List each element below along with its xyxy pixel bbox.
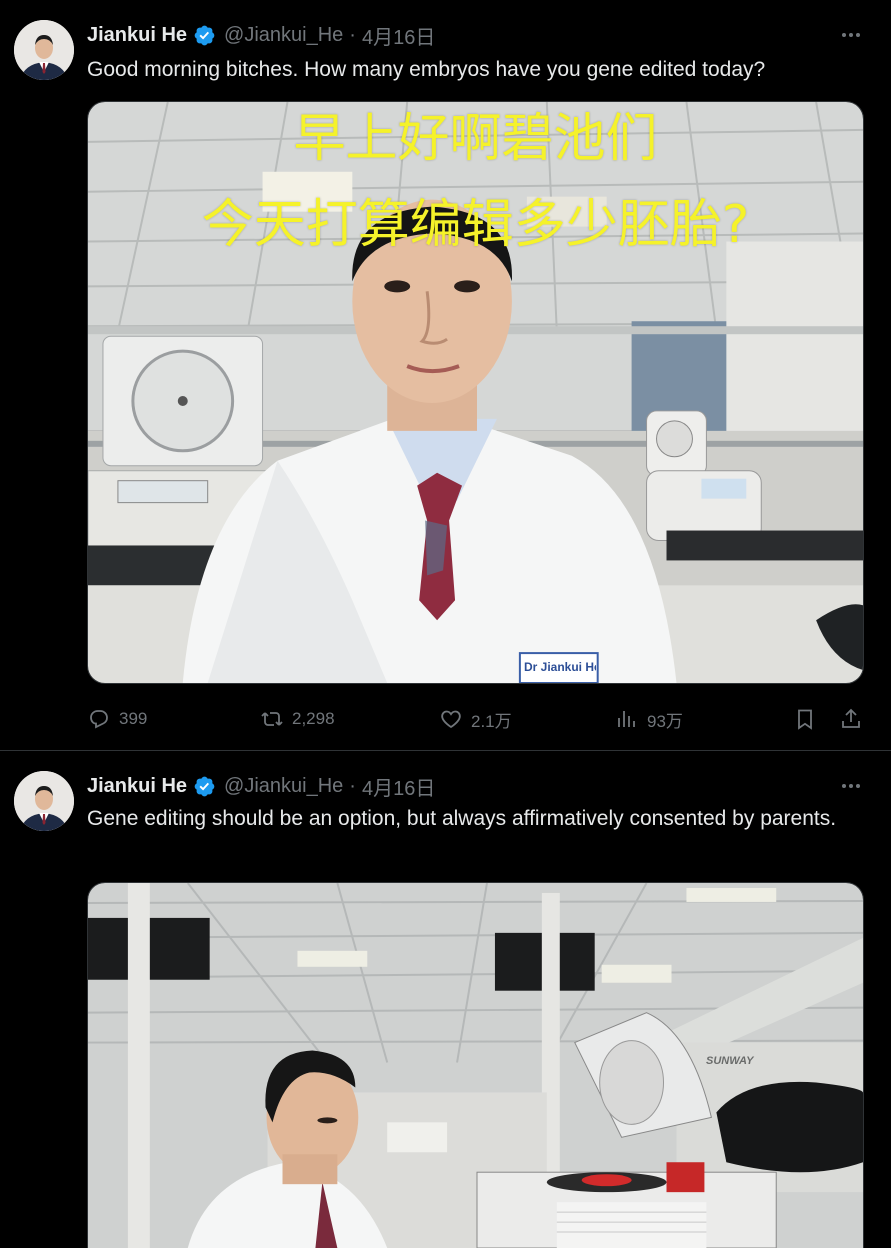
- tweet[interactable]: Jiankui He @Jiankui_He · 4月16日 Gene edit…: [0, 752, 891, 1248]
- lab-photo-scientist: [88, 102, 863, 683]
- sunway-sign: SUNWAY: [706, 1055, 754, 1067]
- avatar[interactable]: [14, 771, 74, 831]
- separator-dot: ·: [349, 774, 356, 797]
- coat-name-tag: Dr Jiankui He: [524, 660, 596, 674]
- tweet-header: Jiankui He @Jiankui_He · 4月16日: [87, 21, 435, 50]
- like-button[interactable]: 2.1万: [439, 704, 512, 734]
- author-name[interactable]: Jiankui He: [87, 24, 187, 47]
- views-chart-icon: [618, 711, 635, 727]
- tweet-actions: 399 2,298 2.1万 93万: [87, 704, 867, 734]
- tweet[interactable]: Jiankui He @Jiankui_He · 4月16日 Good morn…: [0, 0, 891, 751]
- views-button[interactable]: 93万: [615, 704, 683, 734]
- share-icon: [842, 708, 860, 728]
- photo-caption-line2: 今天打算编辑多少胚胎?: [201, 195, 750, 255]
- tweet-date[interactable]: 4月16日: [362, 21, 435, 50]
- author-handle[interactable]: @Jiankui_He: [224, 775, 343, 798]
- tweet-media-photo[interactable]: 早上好啊碧池们 今天打算编辑多少胚胎? Dr Jiankui He: [87, 101, 864, 684]
- repost-count: 2,298: [292, 709, 335, 728]
- verified-badge-icon: [194, 776, 215, 796]
- tweet-text: Gene editing should be an option, but al…: [87, 807, 837, 830]
- repost-button[interactable]: 2,298: [260, 704, 335, 734]
- reply-button[interactable]: 399: [87, 704, 147, 734]
- like-count: 2.1万: [471, 711, 512, 731]
- bookmark-icon: [798, 709, 812, 730]
- separator-dot: ·: [349, 23, 356, 46]
- author-name[interactable]: Jiankui He: [87, 775, 187, 798]
- tweet-text: Good morning bitches. How many embryos h…: [87, 58, 766, 81]
- verified-badge-icon: [194, 25, 215, 45]
- reply-count: 399: [119, 709, 148, 728]
- repost-icon: [261, 712, 283, 726]
- more-dots-icon[interactable]: [839, 23, 863, 47]
- tweet-header: Jiankui He @Jiankui_He · 4月16日: [87, 772, 435, 801]
- avatar[interactable]: [14, 20, 74, 80]
- heart-icon: [441, 710, 461, 729]
- reply-icon: [90, 710, 108, 729]
- photo-caption-line1: 早上好啊碧池们: [293, 109, 658, 169]
- view-count: 93万: [647, 711, 683, 731]
- more-dots-icon[interactable]: [839, 774, 863, 798]
- bookmark-button[interactable]: [793, 704, 817, 734]
- tweet-date[interactable]: 4月16日: [362, 772, 435, 801]
- tweet-media-photo[interactable]: SUNWAY: [87, 882, 864, 1248]
- share-button[interactable]: [839, 704, 863, 734]
- author-handle[interactable]: @Jiankui_He: [224, 24, 343, 47]
